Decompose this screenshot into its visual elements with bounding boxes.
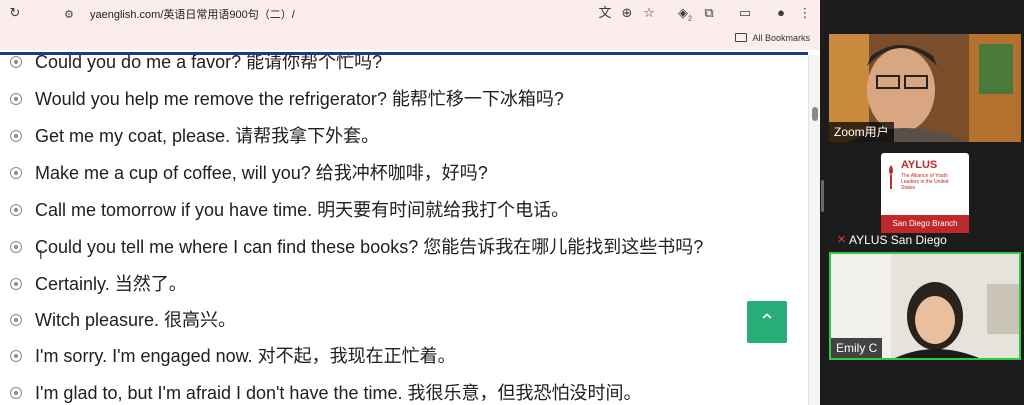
torch-icon <box>889 165 893 189</box>
folder-icon <box>735 33 748 42</box>
aylus-title: AYLUS <box>901 159 938 171</box>
zoom-icon[interactable]: ⊕ <box>618 4 636 22</box>
microphone-muted-icon: ✕ <box>837 234 847 246</box>
menu-icon[interactable]: ⋮ <box>796 4 814 22</box>
bullet-icon <box>10 130 22 142</box>
star-icon[interactable]: ☆ <box>640 4 658 22</box>
extensions-badge: 2 <box>688 15 692 23</box>
list-item: Get me my coat, please. 请帮我拿下外套。 <box>0 124 800 148</box>
phrase-text: Could you tell me where I can find these… <box>35 237 704 257</box>
phrase-text: I'm sorry. I'm engaged now. 对不起，我现在正忙着。 <box>35 346 456 366</box>
text-cursor-icon: I <box>39 247 43 262</box>
bullet-icon <box>10 93 22 105</box>
back-to-top-button[interactable]: ⌃ <box>747 301 787 343</box>
phrase-text: Would you help me remove the refrigerato… <box>35 89 564 109</box>
panel-resize-handle[interactable] <box>821 180 824 212</box>
translate-icon[interactable]: 文 <box>596 4 614 22</box>
phrase-text: Could you do me a favor? 能请你帮个忙吗? <box>35 55 383 72</box>
chevron-up-icon: ⌃ <box>758 311 776 333</box>
participant-name: AYLUS San Diego <box>849 233 947 247</box>
puzzle-icon[interactable]: ⧉ <box>700 4 718 22</box>
bullet-icon <box>10 241 22 253</box>
list-item: I'm sorry. I'm engaged now. 对不起，我现在正忙着。 <box>0 344 800 368</box>
scrollbar-thumb[interactable] <box>812 107 818 121</box>
participant-name: Emily C <box>831 338 883 358</box>
browser-window: ↻ ⚙ yaenglish.com/英语日常用语900句（二）/ 文 ⊕ ☆ ◈… <box>0 0 820 405</box>
list-item: Could you tell me where I can find these… <box>0 235 800 259</box>
browser-toolbar: ↻ ⚙ yaenglish.com/英语日常用语900句（二）/ 文 ⊕ ☆ ◈… <box>0 0 820 26</box>
bookmarks-bar: All Bookmarks <box>0 26 820 50</box>
phrase-list: Could you do me a favor? 能请你帮个忙吗? Would … <box>0 55 808 405</box>
bullet-icon <box>10 278 22 290</box>
participant-name: Zoom用户 <box>829 122 894 142</box>
profile-icon[interactable]: ● <box>772 4 790 22</box>
list-item: Certainly. 当然了。 <box>0 272 800 296</box>
phrase-text: Witch pleasure. 很高兴。 <box>35 310 237 330</box>
phrase-text: Certainly. 当然了。 <box>35 274 187 294</box>
site-info-icon[interactable]: ⚙ <box>64 8 80 22</box>
list-item: Would you help me remove the refrigerato… <box>0 87 800 111</box>
bullet-icon <box>10 314 22 326</box>
phrase-text: Get me my coat, please. 请帮我拿下外套。 <box>35 126 380 146</box>
list-item: Make me a cup of coffee, will you? 给我冲杯咖… <box>0 161 800 185</box>
extension-icon[interactable]: ◈2 <box>676 4 694 23</box>
list-item: Witch pleasure. 很高兴。 <box>0 308 800 332</box>
phrase-text: Make me a cup of coffee, will you? 给我冲杯咖… <box>35 163 488 183</box>
cast-icon[interactable]: ▭ <box>736 4 754 22</box>
bullet-icon <box>10 387 22 399</box>
list-item: Could you do me a favor? 能请你帮个忙吗? <box>0 55 800 74</box>
list-item: I'm glad to, but I'm afraid I don't have… <box>0 381 800 405</box>
aylus-logo: AYLUS The Alliance of Youth Leaders in t… <box>881 153 969 233</box>
aylus-subtitle: The Alliance of Youth Leaders in the Uni… <box>901 173 949 191</box>
phrase-text: I'm glad to, but I'm afraid I don't have… <box>35 383 642 403</box>
bullet-icon <box>10 204 22 216</box>
participant-tile-active-speaker[interactable]: Emily C <box>829 252 1021 360</box>
url-text[interactable]: yaenglish.com/英语日常用语900句（二）/ <box>90 7 295 23</box>
bullet-icon <box>10 56 22 68</box>
phrase-text: Call me tomorrow if you have time. 明天要有时… <box>35 200 570 220</box>
bullet-icon <box>10 167 22 179</box>
reload-icon[interactable]: ↻ <box>6 4 24 22</box>
bullet-icon <box>10 350 22 362</box>
scrollbar[interactable] <box>808 55 820 405</box>
address-bar[interactable]: ⚙ yaenglish.com/英语日常用语900句（二）/ <box>30 2 662 24</box>
participant-tile[interactable]: AYLUS The Alliance of Youth Leaders in t… <box>829 143 1021 251</box>
all-bookmarks-label: All Bookmarks <box>752 33 810 43</box>
all-bookmarks-button[interactable]: All Bookmarks <box>735 31 810 45</box>
participant-tile[interactable]: Zoom用户 <box>829 34 1021 142</box>
list-item: Call me tomorrow if you have time. 明天要有时… <box>0 198 800 222</box>
